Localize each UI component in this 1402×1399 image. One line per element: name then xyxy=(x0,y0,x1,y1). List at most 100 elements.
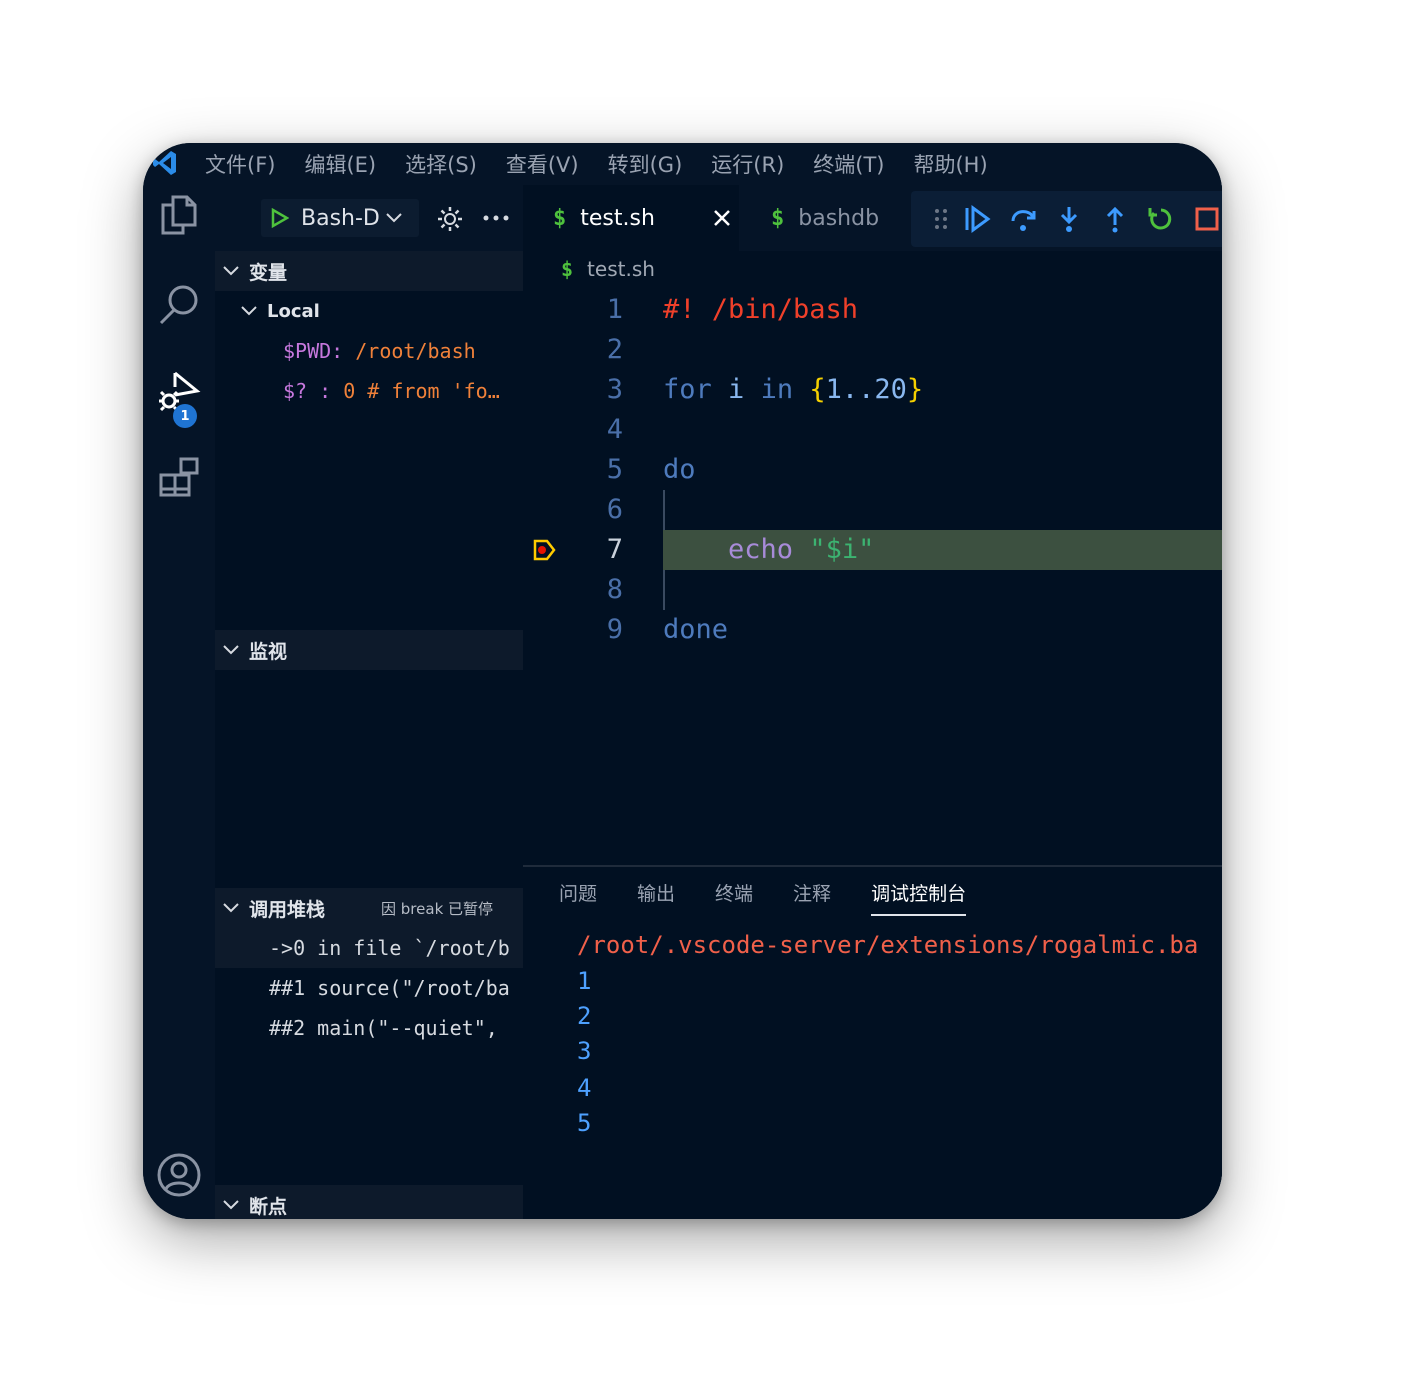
menu-selection[interactable]: 选择(S) xyxy=(405,149,477,179)
more-actions-icon[interactable] xyxy=(483,215,509,221)
menu-view[interactable]: 查看(V) xyxy=(506,149,579,179)
tab-test-sh[interactable]: $ test.sh xyxy=(523,185,739,251)
code-line[interactable]: 6 xyxy=(523,490,1222,530)
menu-help[interactable]: 帮助(H) xyxy=(913,149,987,179)
debug-toolbar xyxy=(911,191,1222,247)
code-text: echo "$i" xyxy=(728,534,875,565)
code-line[interactable]: 3 for i in {1..20} xyxy=(523,370,1222,410)
extensions-icon[interactable] xyxy=(143,447,215,507)
variable-name: $? xyxy=(283,379,308,403)
code-line[interactable]: 9 done xyxy=(523,610,1222,650)
line-number: 6 xyxy=(606,494,623,525)
breakpoints-title: 断点 xyxy=(249,1195,288,1218)
debug-sidebar-toolbar: Bash-D xyxy=(215,185,523,251)
title-bar: 文件(F) 编辑(E) 选择(S) 查看(V) 转到(G) 运行(R) 终端(T… xyxy=(143,143,1222,185)
tab-label: bashdb xyxy=(798,205,880,231)
breadcrumb[interactable]: $ test.sh xyxy=(561,257,655,281)
tab-problems[interactable]: 问题 xyxy=(559,879,597,916)
local-scope-label: Local xyxy=(267,300,320,322)
menu-terminal[interactable]: 终端(T) xyxy=(813,149,884,179)
start-debug-icon[interactable] xyxy=(271,208,289,228)
watch-title: 监视 xyxy=(249,640,288,663)
panel-tabs: 问题 输出 终端 注释 调试控制台 xyxy=(559,879,1006,916)
menu-file[interactable]: 文件(F) xyxy=(205,149,275,179)
watch-section-header[interactable]: 监视 xyxy=(215,630,523,670)
callstack-section-header[interactable]: 调用堆栈 因 break 已暂停 xyxy=(215,888,523,928)
chevron-down-icon xyxy=(223,1200,239,1210)
console-line: /root/.vscode-server/extensions/rogalmic… xyxy=(577,931,1199,959)
stack-frame-label: ##1 source("/root/ba xyxy=(269,976,510,1000)
variable-value: /root/bash xyxy=(355,339,476,363)
line-number: 9 xyxy=(606,614,623,645)
code-text: for i in {1..20} xyxy=(663,374,924,405)
code-line[interactable]: 1 #! /bin/bash xyxy=(523,290,1222,330)
chevron-down-icon xyxy=(386,213,402,223)
tab-comments[interactable]: 注释 xyxy=(793,879,831,916)
console-line: 1 xyxy=(577,967,592,995)
chevron-down-icon xyxy=(241,306,257,316)
activity-bar: 1 xyxy=(143,185,215,1219)
vscode-logo-icon xyxy=(143,143,183,185)
line-number: 7 xyxy=(606,534,623,565)
code-line[interactable]: 8 xyxy=(523,570,1222,610)
stack-frame-label: ->0 in file `/root/b xyxy=(269,936,510,960)
line-number: 5 xyxy=(606,454,623,485)
stack-frame[interactable]: ##1 source("/root/ba xyxy=(215,968,523,1008)
code-line[interactable]: 4 xyxy=(523,410,1222,450)
debug-settings-gear-icon[interactable] xyxy=(437,206,463,232)
stack-frame-label: ##2 main("--quiet", xyxy=(269,1016,498,1040)
account-icon[interactable] xyxy=(143,1145,215,1205)
editor-tab-bar: $ test.sh $ bashdb xyxy=(523,185,1222,251)
tab-bashdb[interactable]: $ bashdb xyxy=(741,185,909,251)
tab-debug-console[interactable]: 调试控制台 xyxy=(871,879,967,916)
stack-frame[interactable]: ##2 main("--quiet", xyxy=(215,1008,523,1048)
line-number: 3 xyxy=(606,374,623,405)
step-out-icon[interactable] xyxy=(1101,205,1129,233)
code-text: do xyxy=(663,454,696,485)
breadcrumb-file: test.sh xyxy=(587,257,655,281)
menu-run[interactable]: 运行(R) xyxy=(711,149,784,179)
code-line[interactable]: 5 do xyxy=(523,450,1222,490)
drag-handle-icon[interactable] xyxy=(927,205,955,233)
local-scope[interactable]: Local xyxy=(215,291,523,331)
menu-go[interactable]: 转到(G) xyxy=(608,149,683,179)
stack-frame[interactable]: ->0 in file `/root/b xyxy=(215,928,523,968)
shell-file-icon: $ xyxy=(771,205,785,231)
console-line: 4 xyxy=(577,1074,592,1102)
menu-bar: 文件(F) 编辑(E) 选择(S) 查看(V) 转到(G) 运行(R) 终端(T… xyxy=(205,149,1017,179)
search-icon[interactable] xyxy=(143,275,215,335)
close-icon[interactable] xyxy=(713,209,731,227)
debug-config-label: Bash-D xyxy=(301,205,380,231)
variable-row[interactable]: $PWD : /root/bash xyxy=(215,331,523,371)
code-line[interactable]: 2 xyxy=(523,330,1222,370)
code-text: #! /bin/bash xyxy=(663,294,859,325)
stop-icon[interactable] xyxy=(1193,205,1221,233)
variable-row[interactable]: $? : 0 # from 'fo… xyxy=(215,371,523,411)
console-line: 2 xyxy=(577,1002,592,1030)
variables-section-header[interactable]: 变量 xyxy=(215,251,523,291)
tab-output[interactable]: 输出 xyxy=(637,879,675,916)
restart-icon[interactable] xyxy=(1147,205,1175,233)
variables-title: 变量 xyxy=(249,261,288,284)
chevron-down-icon xyxy=(223,903,239,913)
manage-gear-icon[interactable] xyxy=(143,1215,215,1219)
line-number: 4 xyxy=(606,414,623,445)
indent-guide xyxy=(663,490,665,530)
continue-icon[interactable] xyxy=(963,205,991,233)
menu-edit[interactable]: 编辑(E) xyxy=(304,149,376,179)
shell-file-icon: $ xyxy=(561,257,574,281)
tab-label: test.sh xyxy=(580,205,655,231)
variable-name: $PWD xyxy=(283,339,332,363)
breakpoints-section-header[interactable]: 断点 xyxy=(215,1185,523,1219)
step-over-icon[interactable] xyxy=(1009,205,1037,233)
debug-config-select[interactable]: Bash-D xyxy=(261,199,419,237)
code-line-current[interactable]: 7 echo "$i" xyxy=(523,530,1222,570)
variable-value: 0 # from 'fo… xyxy=(343,379,500,403)
debug-sidebar: Bash-D 变量 Local $PWD : /root/bash $?: 0… xyxy=(215,185,523,1219)
breakpoint-current-icon[interactable] xyxy=(533,539,557,561)
line-number: 1 xyxy=(606,294,623,325)
step-into-icon[interactable] xyxy=(1055,205,1083,233)
tab-terminal[interactable]: 终端 xyxy=(715,879,753,916)
bottom-panel: 问题 输出 终端 注释 调试控制台 /root/.vscode-server/e… xyxy=(523,865,1222,1219)
explorer-icon[interactable] xyxy=(143,185,215,245)
